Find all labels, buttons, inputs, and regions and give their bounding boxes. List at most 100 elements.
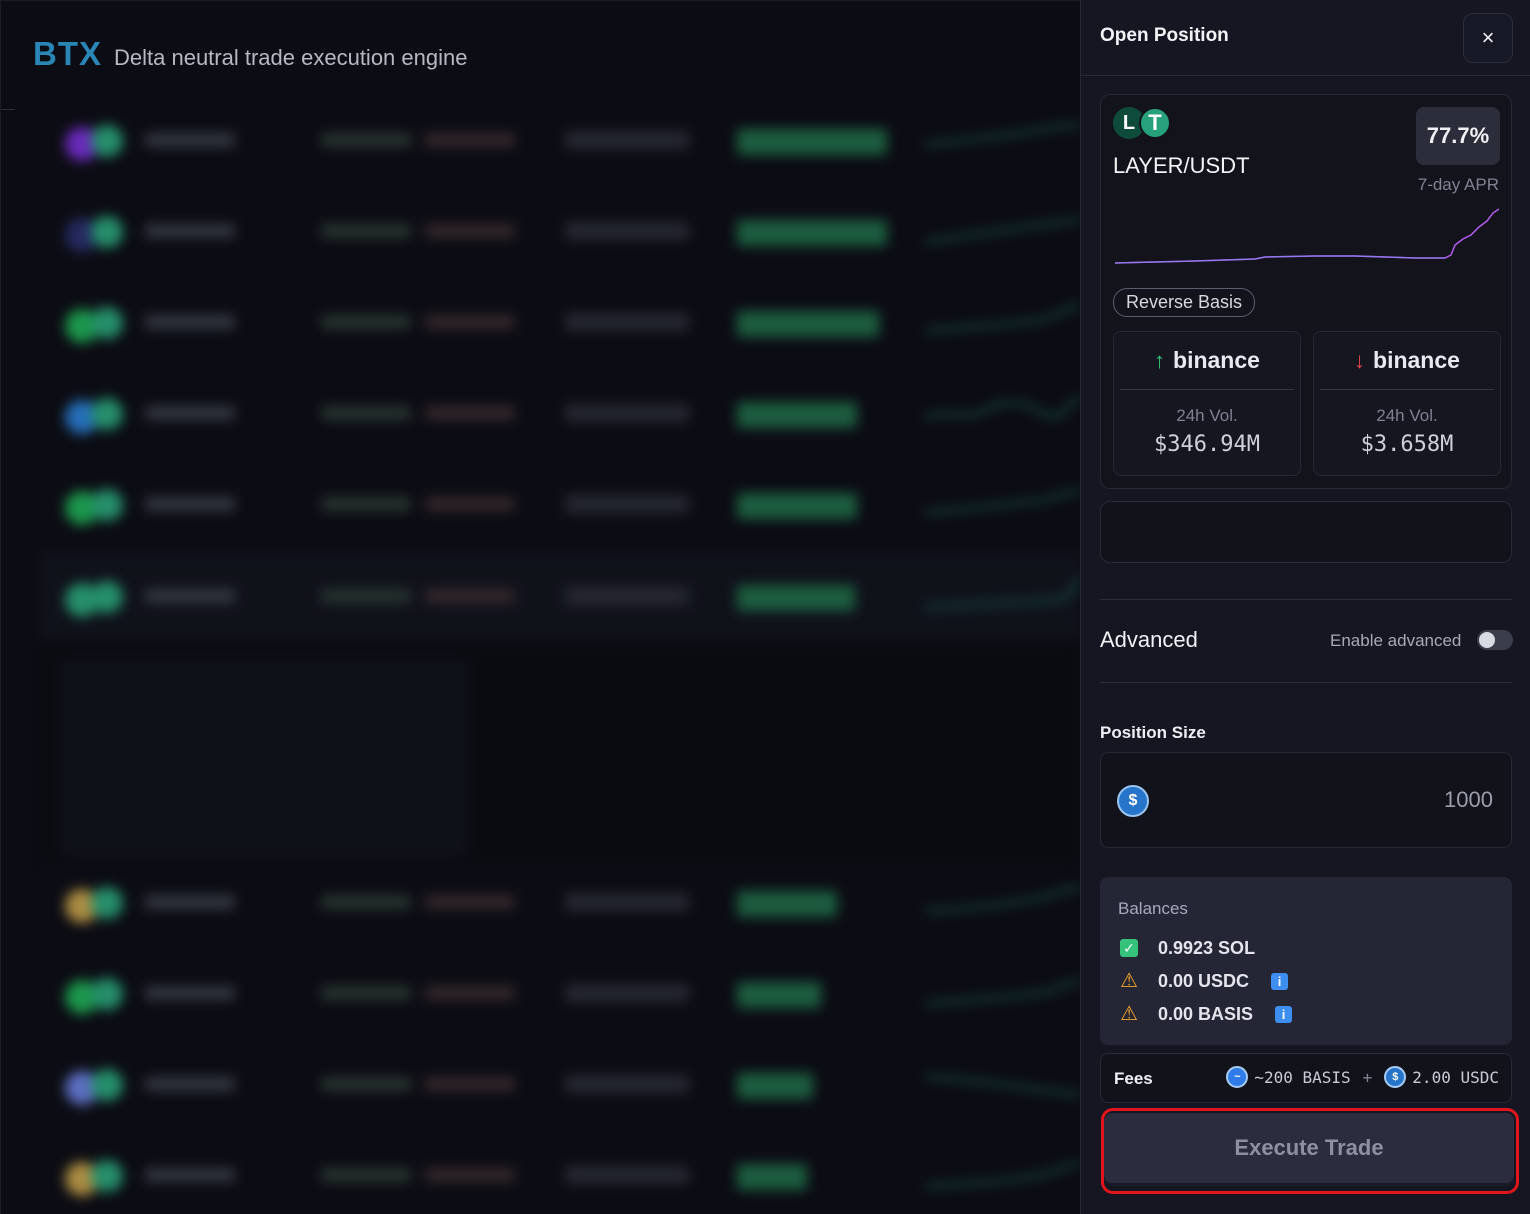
short-exchange [425, 224, 515, 238]
long-exchange [321, 133, 411, 147]
brand-logo[interactable]: BTX [33, 35, 102, 73]
pair-label [145, 1168, 235, 1182]
short-exchange-card: ↓ binance 24h Vol. $3.658M [1313, 331, 1501, 476]
apr-bar [737, 493, 857, 519]
short-vol-label: 24h Vol. [1376, 406, 1438, 425]
list-item[interactable] [41, 111, 1080, 201]
execute-trade-button[interactable]: Execute Trade [1104, 1113, 1514, 1183]
check-icon: ✓ [1118, 937, 1140, 959]
close-button[interactable]: × [1463, 13, 1513, 63]
strategy-label [565, 495, 689, 513]
usdc-fee: 2.00 USDC [1412, 1067, 1499, 1087]
coin-icon [91, 216, 123, 248]
pair-label [145, 133, 235, 147]
warning-icon: ⚠ [1120, 970, 1138, 992]
sparkline [925, 1163, 1080, 1187]
pair-label [145, 315, 235, 329]
long-exchange [321, 224, 411, 238]
enable-advanced-label: Enable advanced [1330, 631, 1462, 650]
panel-header: Open Position × [1081, 0, 1530, 76]
balance-basis: 0.00 BASIS [1158, 1003, 1254, 1024]
sparkline [925, 124, 1080, 146]
long-exchange [321, 315, 411, 329]
strategy-label [565, 984, 689, 1002]
usdt-token-icon: T [1139, 107, 1171, 139]
coin-icon [91, 398, 123, 430]
list-item[interactable] [41, 1146, 1080, 1214]
pair-label [145, 589, 235, 603]
basis-fee: ~200 BASIS [1254, 1067, 1351, 1087]
sparkline [925, 578, 1080, 608]
brand-tagline: Delta neutral trade execution engine [114, 45, 468, 70]
short-exchange [425, 133, 515, 147]
coin-icon [91, 978, 123, 1010]
position-size-field[interactable]: $ [1100, 752, 1512, 848]
info-icon[interactable]: i [1275, 1005, 1293, 1023]
background-app: BTX Delta neutral trade execution engine [0, 0, 1080, 1214]
apr-bar [737, 311, 879, 337]
selected-detail-blurred [41, 641, 1080, 861]
list-item[interactable] [41, 293, 1080, 383]
apr-bar [737, 891, 837, 917]
long-exchange [321, 986, 411, 1000]
list-item[interactable] [41, 202, 1080, 292]
coin-icon [91, 1069, 123, 1101]
short-exchange-header: ↓ binance [1320, 332, 1494, 390]
pair-name: LAYER/USDT [1113, 153, 1250, 178]
short-exchange [425, 1168, 515, 1182]
long-exchange-card: ↑ binance 24h Vol. $346.94M [1113, 331, 1301, 476]
short-exchange [425, 986, 515, 1000]
long-exchange [321, 1168, 411, 1182]
divider [1100, 682, 1512, 683]
position-card: L T LAYER/USDT 77.7% 7-day APR Reverse B… [1100, 94, 1512, 489]
strategy-label [565, 1166, 689, 1184]
list-item-selected[interactable] [41, 551, 1080, 641]
strategy-label [565, 313, 689, 331]
position-size-input[interactable] [1233, 781, 1493, 819]
list-item[interactable] [41, 873, 1080, 963]
short-exchange [425, 406, 515, 420]
list-item[interactable] [41, 384, 1080, 474]
short-exchange [425, 589, 515, 603]
sparkline [925, 490, 1080, 514]
warning-icon: ⚠ [1120, 1003, 1138, 1025]
panel-title: Open Position [1100, 25, 1229, 46]
strategy-label [565, 131, 689, 149]
apr-label: 7-day APR [1417, 175, 1499, 194]
basis-token-icon: ~ [1226, 1066, 1249, 1088]
long-vol-value: $346.94M [1154, 432, 1260, 457]
long-exchange [321, 895, 411, 909]
close-icon: × [1481, 25, 1495, 50]
arrow-down-icon: ↓ [1354, 347, 1366, 373]
info-icon[interactable]: i [1271, 972, 1289, 990]
balance-row-usdc: ⚠ 0.00 USDC i [1118, 968, 1289, 994]
list-item[interactable] [41, 1055, 1080, 1145]
fees-breakdown: ~ ~200 BASIS + $ 2.00 USDC [1226, 1066, 1499, 1088]
detail-card [59, 657, 469, 857]
strategy-label [565, 893, 689, 911]
pair-label [145, 497, 235, 511]
pair-label [145, 406, 235, 420]
brand-header: BTX Delta neutral trade execution engine [33, 35, 467, 73]
pair-token-icons: L T [1113, 107, 1175, 141]
coin-icon [91, 581, 123, 613]
short-vol-value: $3.658M [1360, 432, 1454, 457]
pair-label [145, 1077, 235, 1091]
plus-sign: + [1362, 1067, 1373, 1087]
coin-icon [91, 307, 123, 339]
balance-row-sol: ✓ 0.9923 SOL [1118, 935, 1255, 961]
strategy-badge: Reverse Basis [1113, 288, 1256, 317]
apr-history-line-base [1115, 255, 1445, 264]
position-size-label: Position Size [1100, 723, 1206, 742]
coin-icon [91, 1160, 123, 1192]
sparkline [925, 980, 1080, 1005]
balance-sol: 0.9923 SOL [1158, 937, 1256, 958]
long-exchange [321, 1077, 411, 1091]
long-exchange [321, 589, 411, 603]
info-placeholder-box [1100, 501, 1512, 563]
list-item[interactable] [41, 964, 1080, 1054]
advanced-title: Advanced [1100, 627, 1198, 652]
long-exchange-name: binance [1173, 347, 1260, 373]
long-vol-label: 24h Vol. [1176, 406, 1238, 425]
enable-advanced-toggle[interactable] [1477, 630, 1513, 650]
